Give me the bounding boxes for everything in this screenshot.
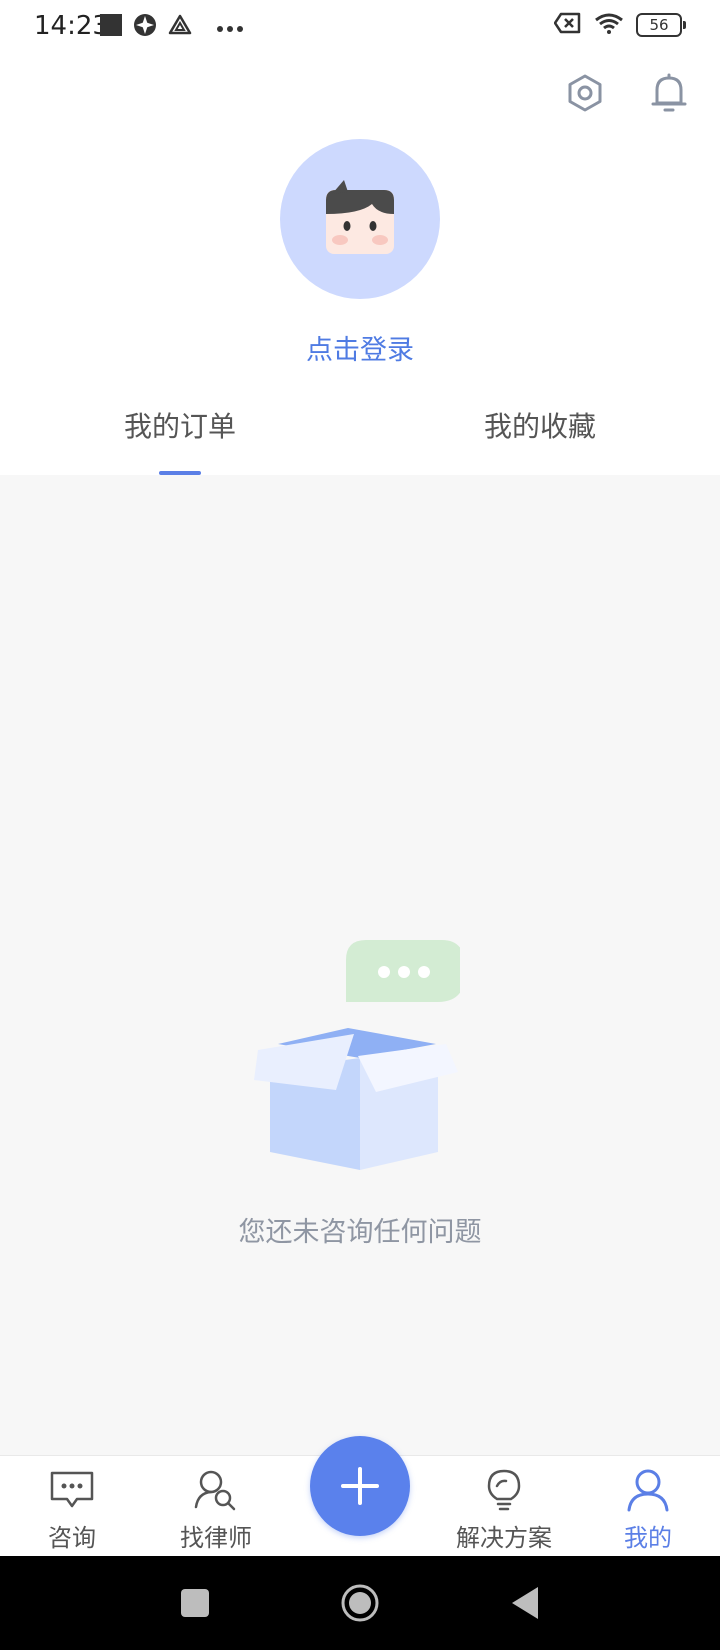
add-consultation-button[interactable] [310, 1436, 410, 1536]
bell-icon[interactable] [646, 70, 692, 116]
plus-icon [341, 1467, 379, 1505]
nav-label-solutions: 解决方案 [456, 1524, 552, 1552]
app-icon-2 [168, 14, 192, 40]
nav-item-consult[interactable]: 咨询 [17, 1466, 127, 1553]
empty-box-illustration [250, 940, 466, 1174]
find-lawyer-icon [194, 1470, 236, 1511]
nav-item-find-lawyer[interactable]: 找律师 [161, 1466, 271, 1553]
status-left-icons [100, 12, 244, 42]
more-dots-icon [216, 18, 244, 37]
chat-icon [50, 1471, 94, 1508]
wifi-icon [594, 12, 624, 38]
back-button[interactable] [505, 1583, 545, 1623]
profile-tabs: 我的订单 我的收藏 [0, 405, 720, 475]
header-actions [562, 70, 692, 116]
status-time: 14:23 [34, 11, 109, 41]
empty-state-message: 您还未咨询任何问题 [238, 1217, 482, 1248]
tab-my-orders[interactable]: 我的订单 [90, 405, 270, 445]
nav-label-find-lawyer: 找律师 [180, 1524, 252, 1552]
nav-item-mine[interactable]: 我的 [593, 1466, 703, 1553]
home-button[interactable] [340, 1583, 380, 1623]
nav-item-solutions[interactable]: 解决方案 [449, 1466, 559, 1553]
nav-label-mine: 我的 [624, 1524, 672, 1552]
square-icon [181, 1589, 209, 1617]
status-bar: 14:23 56 [0, 0, 720, 54]
app-icon [132, 12, 158, 42]
gear-icon[interactable] [562, 70, 608, 116]
lightbulb-icon [487, 1469, 521, 1511]
sim-off-icon [553, 12, 582, 38]
system-navigation-bar [0, 1556, 720, 1650]
battery-icon: 56 [636, 13, 686, 37]
tab-my-favorites[interactable]: 我的收藏 [450, 405, 630, 445]
user-icon [627, 1469, 669, 1512]
default-avatar-icon [326, 180, 394, 254]
recents-button[interactable] [175, 1583, 215, 1623]
nav-label-consult: 咨询 [48, 1524, 96, 1552]
avatar[interactable] [280, 139, 440, 299]
back-triangle-icon [512, 1587, 538, 1619]
login-link[interactable]: 点击登录 [0, 328, 720, 367]
notification-square-icon [100, 14, 122, 40]
orders-content: 您还未咨询任何问题 [0, 475, 720, 1455]
circle-icon [341, 1584, 379, 1622]
status-right-icons: 56 [553, 12, 686, 38]
